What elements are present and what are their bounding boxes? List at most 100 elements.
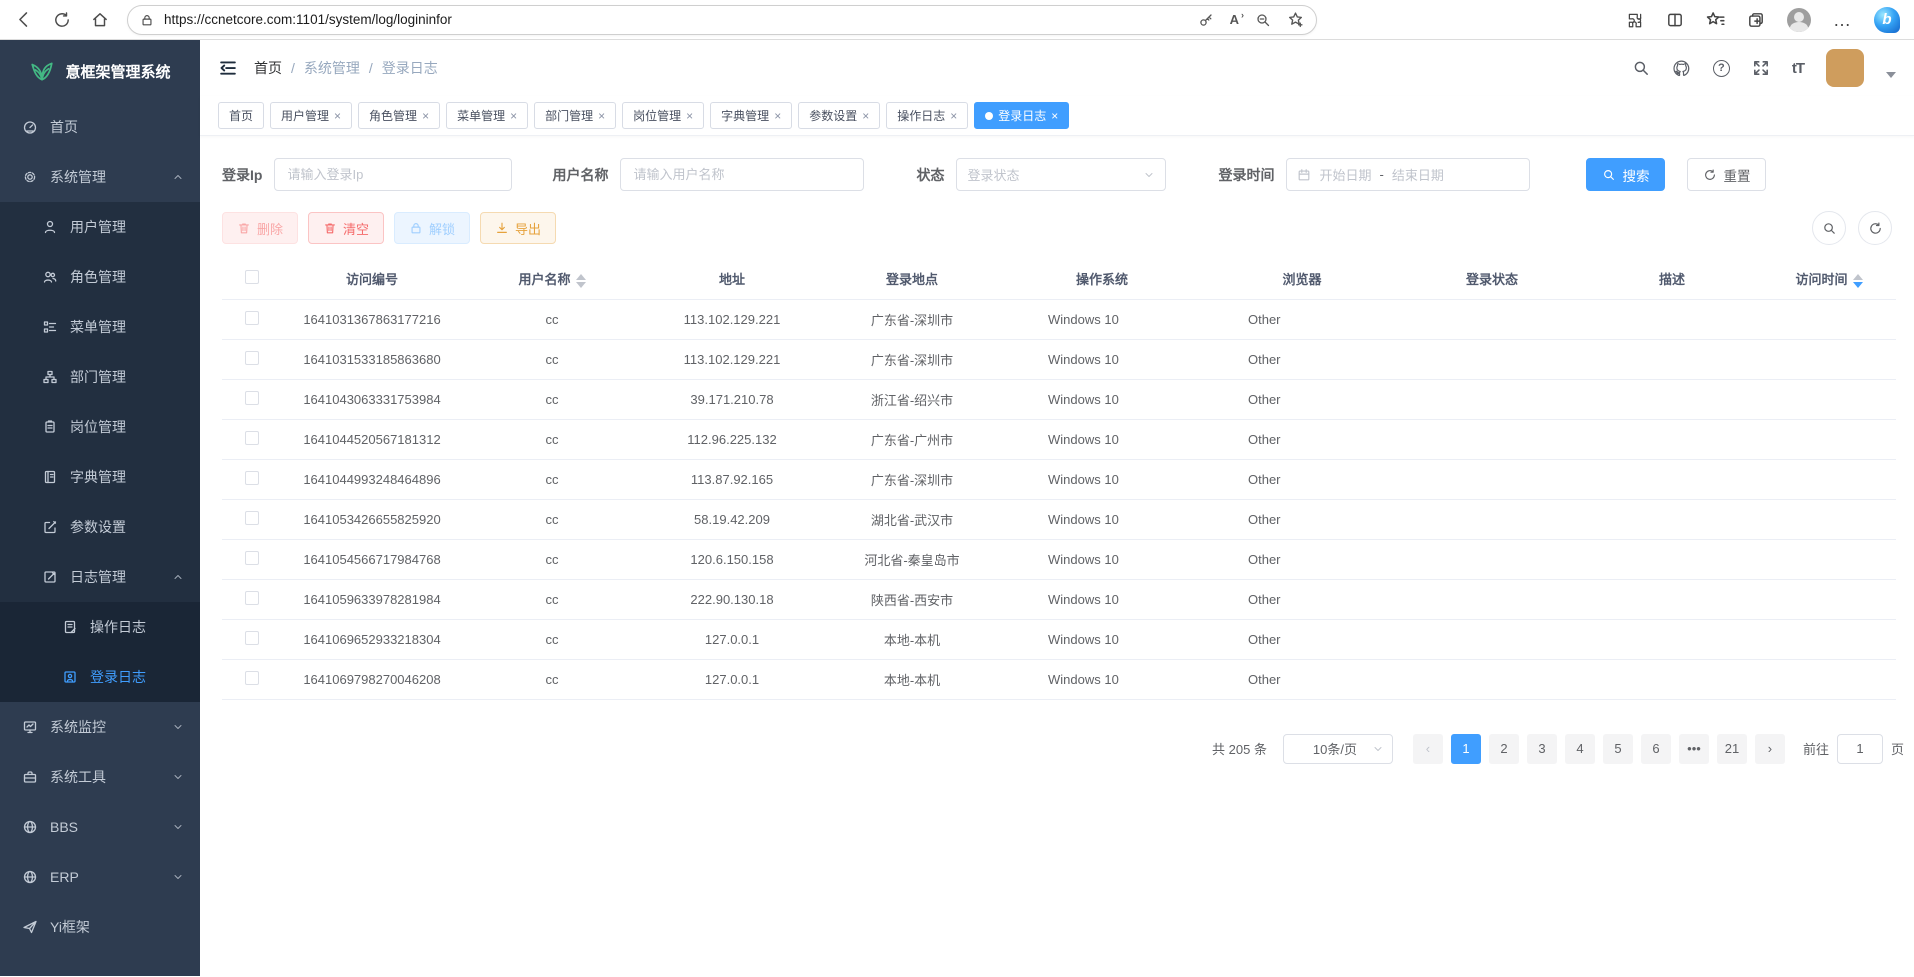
collapse-sidebar-icon[interactable]: [218, 58, 238, 78]
search-icon[interactable]: [1632, 59, 1650, 77]
row-checkbox[interactable]: [245, 511, 259, 525]
col-login-status[interactable]: 登录状态: [1402, 259, 1582, 299]
reset-button[interactable]: 重置: [1687, 158, 1766, 191]
help-icon[interactable]: ?: [1713, 60, 1730, 77]
unlock-button[interactable]: 解锁: [394, 212, 470, 244]
export-button[interactable]: 导出: [480, 212, 556, 244]
table-row[interactable]: 1641069798270046208 cc 127.0.0.1 本地-本机 W…: [222, 659, 1896, 699]
url-text[interactable]: https://ccnetcore.com:1101/system/log/lo…: [164, 12, 1188, 27]
tab-param-settings[interactable]: 参数设置×: [798, 102, 880, 129]
row-checkbox[interactable]: [245, 591, 259, 605]
prev-page-button[interactable]: ‹: [1413, 734, 1443, 764]
user-name-input[interactable]: [620, 158, 864, 191]
avatar-caret-down-icon[interactable]: [1886, 72, 1896, 78]
breadcrumb-system-mgmt[interactable]: 系统管理: [304, 58, 360, 78]
sidebar-item-bbs[interactable]: BBS: [0, 802, 200, 852]
table-row[interactable]: 1641069652933218304 cc 127.0.0.1 本地-本机 W…: [222, 619, 1896, 659]
password-key-icon[interactable]: [1198, 12, 1214, 28]
col-user-name[interactable]: 用户名称: [462, 259, 642, 299]
breadcrumb-home[interactable]: 首页: [254, 58, 282, 78]
row-checkbox[interactable]: [245, 471, 259, 485]
sidebar-item-operation-log[interactable]: 操作日志: [0, 602, 200, 652]
tab-menu-mgmt[interactable]: 菜单管理×: [446, 102, 528, 129]
favorite-add-icon[interactable]: [1287, 11, 1304, 28]
sidebar-item-user-mgmt[interactable]: 用户管理: [0, 202, 200, 252]
tab-post-mgmt[interactable]: 岗位管理×: [622, 102, 704, 129]
sidebar-item-role-mgmt[interactable]: 角色管理: [0, 252, 200, 302]
page-button-6[interactable]: 6: [1641, 734, 1671, 764]
tab-home[interactable]: 首页: [218, 102, 264, 129]
col-visit-id[interactable]: 访问编号: [282, 259, 462, 299]
browser-profile-icon[interactable]: [1787, 8, 1811, 32]
close-icon[interactable]: ×: [686, 109, 693, 123]
sort-icon[interactable]: [576, 274, 586, 288]
tab-user-mgmt[interactable]: 用户管理×: [270, 102, 352, 129]
refresh-icon[interactable]: [53, 11, 71, 29]
close-icon[interactable]: ×: [862, 109, 869, 123]
table-row[interactable]: 1641043063331753984 cc 39.171.210.78 浙江省…: [222, 379, 1896, 419]
copilot-icon[interactable]: b: [1874, 7, 1900, 33]
sidebar-item-menu-mgmt[interactable]: 菜单管理: [0, 302, 200, 352]
table-row[interactable]: 1641059633978281984 cc 222.90.130.18 陕西省…: [222, 579, 1896, 619]
row-checkbox[interactable]: [245, 351, 259, 365]
browser-more-icon[interactable]: …: [1833, 11, 1852, 29]
table-row[interactable]: 1641044993248464896 cc 113.87.92.165 广东省…: [222, 459, 1896, 499]
read-aloud-icon[interactable]: A: [1230, 13, 1239, 26]
page-button-2[interactable]: 2: [1489, 734, 1519, 764]
more-pages-button[interactable]: •••: [1679, 734, 1709, 764]
col-login-location[interactable]: 登录地点: [822, 259, 1002, 299]
col-visit-time[interactable]: 访问时间: [1762, 259, 1896, 299]
sidebar-item-log-mgmt[interactable]: 日志管理: [0, 552, 200, 602]
close-icon[interactable]: ×: [1051, 109, 1058, 123]
sidebar-item-login-log[interactable]: 登录日志: [0, 652, 200, 702]
close-icon[interactable]: ×: [422, 109, 429, 123]
table-row[interactable]: 1641031533185863680 cc 113.102.129.221 广…: [222, 339, 1896, 379]
refresh-table-button[interactable]: [1858, 211, 1892, 245]
split-screen-icon[interactable]: [1666, 11, 1684, 29]
sidebar-item-home[interactable]: 首页: [0, 102, 200, 152]
page-button-3[interactable]: 3: [1527, 734, 1557, 764]
address-bar[interactable]: https://ccnetcore.com:1101/system/log/lo…: [127, 5, 1317, 35]
sidebar-item-system-mgmt[interactable]: 系统管理: [0, 152, 200, 202]
table-row[interactable]: 1641031367863177216 cc 113.102.129.221 广…: [222, 299, 1896, 339]
status-select[interactable]: 登录状态: [956, 158, 1166, 191]
sidebar-item-dict-mgmt[interactable]: 字典管理: [0, 452, 200, 502]
tab-login-log[interactable]: 登录日志×: [974, 102, 1069, 129]
delete-button[interactable]: 删除: [222, 212, 298, 244]
row-checkbox[interactable]: [245, 631, 259, 645]
col-browser[interactable]: 浏览器: [1202, 259, 1402, 299]
page-size-select[interactable]: 10条/页: [1283, 734, 1393, 764]
close-icon[interactable]: ×: [510, 109, 517, 123]
sidebar-item-erp[interactable]: ERP: [0, 852, 200, 902]
sidebar-item-post-mgmt[interactable]: 岗位管理: [0, 402, 200, 452]
row-checkbox[interactable]: [245, 551, 259, 565]
next-page-button[interactable]: ›: [1755, 734, 1785, 764]
page-button-5[interactable]: 5: [1603, 734, 1633, 764]
search-button[interactable]: 搜索: [1586, 158, 1665, 191]
toggle-search-button[interactable]: [1812, 211, 1846, 245]
user-avatar[interactable]: [1826, 49, 1864, 87]
close-icon[interactable]: ×: [334, 109, 341, 123]
github-icon[interactable]: [1672, 59, 1691, 78]
font-size-icon[interactable]: tT: [1792, 60, 1804, 77]
back-icon[interactable]: [14, 10, 33, 29]
close-icon[interactable]: ×: [598, 109, 605, 123]
col-address[interactable]: 地址: [642, 259, 822, 299]
home-icon[interactable]: [91, 11, 109, 29]
tab-operation-log[interactable]: 操作日志×: [886, 102, 968, 129]
select-all-checkbox[interactable]: [245, 270, 259, 284]
row-checkbox[interactable]: [245, 431, 259, 445]
sidebar-item-system-monitor[interactable]: 系统监控: [0, 702, 200, 752]
page-button-4[interactable]: 4: [1565, 734, 1595, 764]
col-os[interactable]: 操作系统: [1002, 259, 1202, 299]
tab-dept-mgmt[interactable]: 部门管理×: [534, 102, 616, 129]
row-checkbox[interactable]: [245, 671, 259, 685]
goto-page-input[interactable]: [1837, 734, 1883, 764]
table-row[interactable]: 1641044520567181312 cc 112.96.225.132 广东…: [222, 419, 1896, 459]
table-row[interactable]: 1641054566717984768 cc 120.6.150.158 河北省…: [222, 539, 1896, 579]
close-icon[interactable]: ×: [950, 109, 957, 123]
login-ip-input[interactable]: [274, 158, 512, 191]
clear-button[interactable]: 清空: [308, 212, 384, 244]
row-checkbox[interactable]: [245, 311, 259, 325]
sidebar-item-yi-framework[interactable]: Yi框架: [0, 902, 200, 952]
